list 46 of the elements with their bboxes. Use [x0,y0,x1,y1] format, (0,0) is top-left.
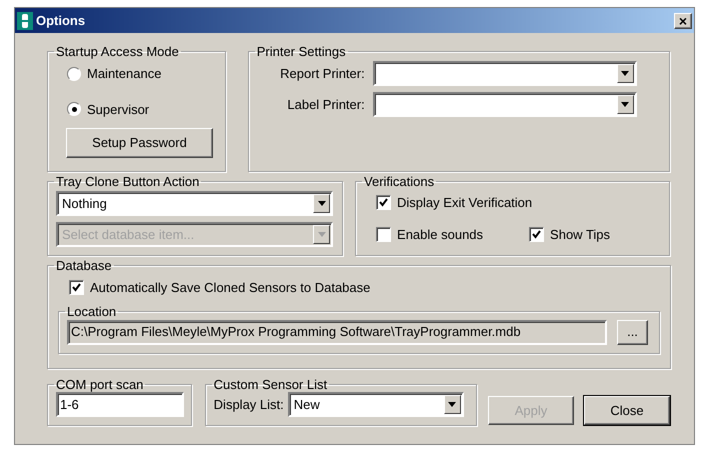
checkmark-icon [379,198,388,208]
checkmark-icon [532,230,542,239]
caret-icon [621,71,630,76]
field-label: Label Printer: [286,96,365,114]
checkmark-icon [72,283,81,292]
radio-button[interactable] [67,66,81,81]
checkbox[interactable]: Show Tips [529,224,610,244]
caret-icon [448,402,456,407]
group-title: Startup Access Mode [55,44,180,59]
radio-label: Maintenance [87,65,162,83]
radio-option[interactable]: Supervisor [67,100,217,119]
checkbox[interactable]: Automatically Save Cloned Sensors to Database [69,278,662,298]
radio-button[interactable] [67,102,81,116]
group-title: Location [66,304,118,318]
caret-icon [318,201,326,206]
dropdown-arrow-button[interactable] [444,395,461,414]
dropdown[interactable]: Nothing [56,191,333,216]
group-title: Printer Settings [256,44,347,59]
dropdown[interactable] [372,61,637,86]
setup-password-button[interactable]: Setup Password [66,128,213,158]
caret-icon [621,102,630,107]
dropdown-arrow-button[interactable] [313,194,330,213]
dialog-button[interactable]: Close [584,396,670,425]
com-port-field[interactable]: 1-6 [56,392,184,417]
dropdown[interactable] [372,92,637,117]
radio-label: Supervisor [87,100,150,119]
dropdown-arrow-button[interactable] [616,95,634,114]
checkbox[interactable]: Display Exit Verification [376,193,661,212]
close-button[interactable]: × [674,12,692,28]
group-title: Custom Sensor List [212,377,328,392]
radio-option[interactable]: Maintenance [67,64,217,84]
group-title: Tray Clone Button Action [55,174,200,189]
group-title: Verifications [363,174,436,189]
dropdown-arrow-button[interactable] [616,64,634,83]
location-field[interactable]: C:\Program Files\Meyle\MyProx Programming Software\TrayProgrammer.mdb [67,320,607,344]
group-title: Database [55,258,113,273]
checkbox-box [376,226,392,242]
dropdown[interactable]: New [288,392,464,417]
field-label: Display List: [214,396,284,414]
app-icon [17,12,33,30]
window-title: Options [36,12,86,30]
checkbox[interactable]: Enable sounds [376,224,484,244]
browse-button[interactable]: ... [617,320,648,344]
group-title: COM port scan [55,377,144,392]
caret-icon [318,232,326,237]
field-label: Report Printer: [279,64,365,83]
